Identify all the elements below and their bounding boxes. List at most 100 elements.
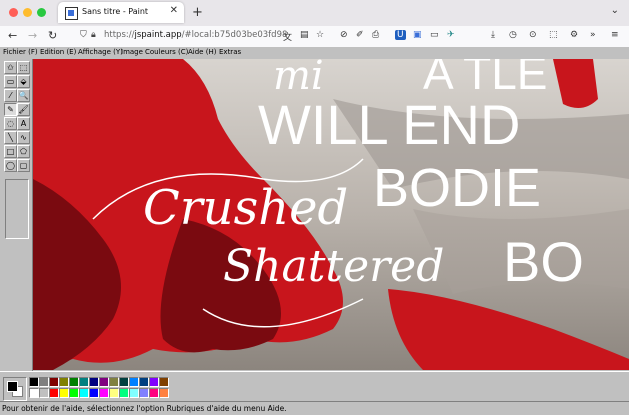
url-bar[interactable]: ⛉ 🔒︎ https://jspaint.app/#local:b75d03be… <box>78 28 318 43</box>
color-swatch[interactable] <box>29 377 39 387</box>
forward-icon[interactable]: → <box>28 29 37 42</box>
downloads-icon[interactable]: ⤓ <box>491 30 495 40</box>
color-swatch[interactable] <box>39 388 49 398</box>
tab-bar: Sans titre - Paint ✕ + ⌄ <box>0 0 629 26</box>
color-swatch[interactable] <box>129 377 139 387</box>
lock-icon[interactable]: 🔒︎ <box>91 30 96 40</box>
menu-edit[interactable]: Edition (E) <box>40 48 76 56</box>
browser-window: Sans titre - Paint ✕ + ⌄ ← → ↻ ⛉ 🔒︎ http… <box>0 0 629 415</box>
shield-icon[interactable]: ⛉ <box>80 30 87 40</box>
fill-icon[interactable]: ⬙ <box>17 75 30 88</box>
extension-teal-icon[interactable]: ✈ <box>447 30 455 40</box>
menu-image[interactable]: Image <box>121 48 143 56</box>
menu-colors[interactable]: Couleurs (C) <box>145 48 188 56</box>
tab-title: Sans titre - Paint <box>82 7 149 16</box>
reload-icon[interactable]: ↻ <box>48 29 57 42</box>
menu-extras[interactable]: Extras <box>219 48 241 56</box>
color-swatch[interactable] <box>119 377 129 387</box>
translate-icon[interactable]: 文 <box>283 30 292 43</box>
color-swatch[interactable] <box>119 388 129 398</box>
zoom-window-icon[interactable] <box>37 8 46 17</box>
line-icon[interactable]: ╲ <box>4 131 17 144</box>
color-swatch[interactable] <box>69 388 79 398</box>
foreground-color[interactable] <box>7 381 18 392</box>
free-select-icon[interactable]: ✩ <box>4 61 17 74</box>
color-swatch[interactable] <box>99 377 109 387</box>
nav-bar: ← → ↻ ⛉ 🔒︎ https://jspaint.app/#local:b7… <box>0 26 629 48</box>
menu-help[interactable]: Aide (H) <box>188 48 216 56</box>
color-swatch[interactable] <box>129 388 139 398</box>
paint-favicon-icon <box>65 7 78 20</box>
color-swatch[interactable] <box>99 388 109 398</box>
polygon-icon[interactable]: ⬠ <box>17 145 30 158</box>
color-swatch[interactable] <box>49 388 59 398</box>
screenshot-icon[interactable]: ⬚ <box>549 30 558 40</box>
color-swatch[interactable] <box>149 388 159 398</box>
color-palette <box>0 371 629 402</box>
toolbox: ✩ ⬚ ▭ ⬙ ⁄ 🔍 ✎ 🖌 ◌ A ╲ ∿ □ ⬠ ◯ ▢ <box>0 59 33 371</box>
timer-icon[interactable]: ⊙ <box>529 30 537 40</box>
history-icon[interactable]: ◷ <box>509 30 517 40</box>
url-text: https://jspaint.app/#local:b75d03be03fd9… <box>104 30 288 40</box>
canvas-image[interactable]: mi A TLE WILL END BODIE BO Crushed Shatt… <box>33 59 629 370</box>
tool-options-box[interactable] <box>5 179 29 239</box>
tab-paint[interactable]: Sans titre - Paint ✕ <box>58 2 184 23</box>
color-swatch[interactable] <box>79 377 89 387</box>
current-colors[interactable] <box>3 377 27 401</box>
text-bodie: BODIE <box>373 158 541 218</box>
rectangle-icon[interactable]: □ <box>4 145 17 158</box>
menu-file[interactable]: Fichier (F) <box>3 48 38 56</box>
color-swatch[interactable] <box>59 388 69 398</box>
menu-view[interactable]: Affichage (Y) <box>78 48 123 56</box>
list-tabs-icon[interactable]: ⌄ <box>611 5 619 16</box>
color-swatch[interactable] <box>149 377 159 387</box>
rounded-rect-icon[interactable]: ▢ <box>17 159 30 172</box>
color-swatch[interactable] <box>159 377 169 387</box>
text-icon[interactable]: A <box>17 117 30 130</box>
bookmark-star-icon[interactable]: ☆ <box>316 30 324 40</box>
color-swatch[interactable] <box>139 388 149 398</box>
canvas-area[interactable]: mi A TLE WILL END BODIE BO Crushed Shatt… <box>33 59 629 370</box>
extension-blue-icon[interactable]: ▣ <box>413 30 422 40</box>
bitwarden-icon[interactable]: U <box>395 30 406 40</box>
color-swatch[interactable] <box>59 377 69 387</box>
extension-doc-icon[interactable]: ▭ <box>430 30 439 40</box>
color-swatch[interactable] <box>29 388 39 398</box>
paint-menu-bar: Fichier (F) Edition (E) Affichage (Y) Im… <box>0 47 629 58</box>
color-swatch[interactable] <box>49 377 59 387</box>
brush-icon[interactable]: 🖌 <box>17 103 30 116</box>
color-swatch[interactable] <box>39 377 49 387</box>
new-tab-icon[interactable]: + <box>192 5 203 20</box>
settings-gear-icon[interactable]: ⚙ <box>570 30 578 40</box>
rect-select-icon[interactable]: ⬚ <box>17 61 30 74</box>
close-tab-icon[interactable]: ✕ <box>170 5 178 16</box>
back-icon[interactable]: ← <box>8 29 17 42</box>
color-swatch[interactable] <box>89 377 99 387</box>
extension-pen-icon[interactable]: ✐ <box>356 30 364 40</box>
hamburger-menu-icon[interactable]: ≡ <box>611 30 619 40</box>
minimize-window-icon[interactable] <box>23 8 32 17</box>
color-swatch[interactable] <box>139 377 149 387</box>
extension-no-icon[interactable]: ⊘ <box>340 30 348 40</box>
curve-icon[interactable]: ∿ <box>17 131 30 144</box>
airbrush-icon[interactable]: ◌ <box>4 117 17 130</box>
close-window-icon[interactable] <box>9 8 18 17</box>
magnifier-icon[interactable]: 🔍 <box>17 89 30 102</box>
reader-view-icon[interactable]: ▤ <box>300 30 309 40</box>
color-swatch[interactable] <box>109 388 119 398</box>
eyedropper-icon[interactable]: ⁄ <box>4 89 17 102</box>
color-swatch[interactable] <box>89 388 99 398</box>
eraser-icon[interactable]: ▭ <box>4 75 17 88</box>
extension-printer-icon[interactable]: ⎙ <box>372 30 379 40</box>
ellipse-icon[interactable]: ◯ <box>4 159 17 172</box>
text-bo: BO <box>503 230 584 293</box>
status-text: Pour obtenir de l'aide, sélectionnez l'o… <box>2 404 287 413</box>
color-swatch[interactable] <box>159 388 169 398</box>
pencil-icon[interactable]: ✎ <box>4 103 17 116</box>
status-bar: Pour obtenir de l'aide, sélectionnez l'o… <box>0 401 629 415</box>
script-crushed: Crushed <box>143 180 348 236</box>
color-swatch[interactable] <box>69 377 79 387</box>
color-swatch[interactable] <box>109 377 119 387</box>
color-swatch[interactable] <box>79 388 89 398</box>
overflow-chevron-icon[interactable]: » <box>590 30 596 40</box>
